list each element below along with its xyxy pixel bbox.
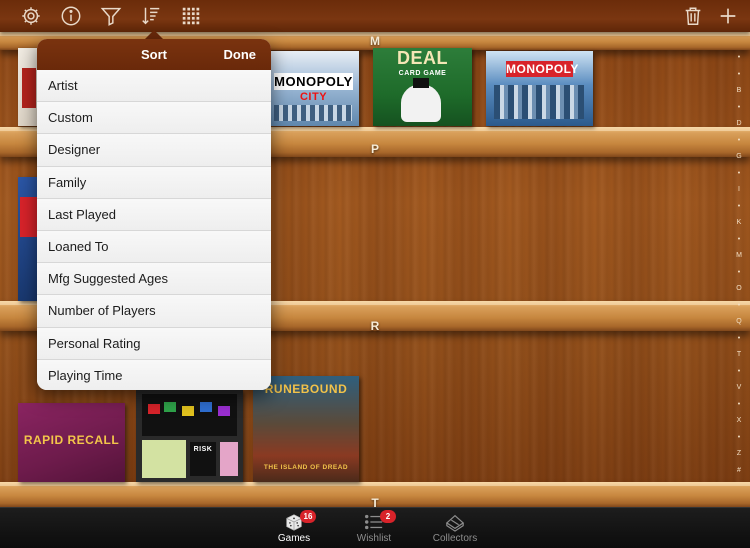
index-entry[interactable]: B <box>737 83 742 100</box>
sort-option-last-played[interactable]: Last Played <box>37 198 271 231</box>
index-entry[interactable]: O <box>736 281 741 298</box>
game-title: MONOPOLY <box>506 61 579 77</box>
shelf-letter-m: M <box>370 34 380 48</box>
game-title: RAPID RECALL <box>23 433 120 447</box>
index-entry[interactable]: • <box>738 199 740 216</box>
grid-icon[interactable] <box>179 4 203 28</box>
index-entry[interactable]: K <box>737 215 742 232</box>
gear-icon[interactable] <box>19 4 43 28</box>
index-entry[interactable]: # <box>737 463 741 480</box>
sort-popover: Sort Done Artist Custom Designer Family … <box>37 39 271 390</box>
game-box-rapid-recall[interactable]: RAPID RECALL <box>18 403 125 482</box>
done-button[interactable]: Done <box>224 47 257 62</box>
bottom-tab-bar: Games 16 Wishlist 2 Collectors <box>0 507 750 548</box>
sort-icon[interactable] <box>139 4 163 28</box>
sort-option-personal-rating[interactable]: Personal Rating <box>37 327 271 360</box>
index-entry[interactable]: • <box>738 397 740 414</box>
alphabet-index[interactable]: • • B • D • G • I • K • M • O • Q • T • … <box>732 50 746 479</box>
game-title: MONOPOLY <box>274 73 353 90</box>
sort-option-playing-time[interactable]: Playing Time <box>37 359 271 390</box>
index-entry[interactable]: • <box>738 50 740 67</box>
tab-label: Games <box>277 533 311 544</box>
index-entry[interactable]: I <box>738 182 740 199</box>
game-box-monopoly-city[interactable]: MONOPOLY CITY <box>268 51 359 126</box>
index-entry[interactable]: M <box>736 248 742 265</box>
game-subtitle: CARD GAME <box>398 70 447 77</box>
sort-option-loaned-to[interactable]: Loaned To <box>37 230 271 264</box>
index-entry[interactable]: Q <box>736 314 741 331</box>
index-entry[interactable]: T <box>737 347 741 364</box>
info-icon[interactable] <box>59 4 83 28</box>
index-entry[interactable]: • <box>738 364 740 381</box>
game-subtitle: THE ISLAND OF DREAD <box>263 464 349 471</box>
index-entry[interactable]: G <box>736 149 741 166</box>
plus-icon[interactable] <box>716 4 740 28</box>
tab-games[interactable]: Games 16 <box>259 510 329 548</box>
sort-options-list: Artist Custom Designer Family Last Playe… <box>37 70 271 390</box>
shelf-letter-r: R <box>370 319 380 333</box>
index-entry[interactable]: • <box>738 100 740 117</box>
game-title: DEAL <box>397 48 448 68</box>
sort-option-designer[interactable]: Designer <box>37 134 271 167</box>
index-entry[interactable]: • <box>738 430 740 447</box>
sort-option-custom[interactable]: Custom <box>37 102 271 135</box>
wishlist-count-badge: 2 <box>380 510 396 523</box>
top-toolbar <box>0 0 750 32</box>
index-entry[interactable]: D <box>736 116 741 133</box>
sort-option-artist[interactable]: Artist <box>37 70 271 103</box>
index-entry[interactable]: X <box>737 413 742 430</box>
sort-option-family[interactable]: Family <box>37 166 271 199</box>
game-title: RISK <box>193 446 213 453</box>
sort-option-mfg-suggested-ages[interactable]: Mfg Suggested Ages <box>37 263 271 296</box>
filter-icon[interactable] <box>99 4 123 28</box>
index-entry[interactable]: • <box>738 265 740 282</box>
games-count-badge: 16 <box>300 510 316 523</box>
popover-header: Sort Done <box>37 39 271 70</box>
index-entry[interactable]: • <box>738 67 740 84</box>
game-subtitle: CITY <box>299 91 328 103</box>
index-entry[interactable]: Z <box>737 446 741 463</box>
game-box-runebound[interactable]: RUNEBOUND THE ISLAND OF DREAD <box>253 376 359 482</box>
shelf-letter-p: P <box>370 142 379 156</box>
sort-option-number-of-players[interactable]: Number of Players <box>37 295 271 328</box>
trash-icon[interactable] <box>681 4 705 28</box>
index-entry[interactable]: • <box>738 331 740 348</box>
game-box-deal[interactable]: DEAL CARD GAME <box>373 48 472 126</box>
collectors-icon <box>445 514 465 532</box>
tab-collectors[interactable]: Collectors <box>420 510 490 548</box>
index-entry[interactable]: • <box>738 298 740 315</box>
index-entry[interactable]: • <box>738 232 740 249</box>
index-entry[interactable]: • <box>738 166 740 183</box>
index-entry[interactable]: V <box>737 380 742 397</box>
index-entry[interactable]: • <box>738 133 740 150</box>
tab-label: Wishlist <box>356 533 392 544</box>
game-box-monopoly-here-now[interactable]: MONOPOLY <box>486 51 593 126</box>
game-box-risk[interactable]: RISK <box>136 390 243 482</box>
tab-label: Collectors <box>432 533 478 544</box>
tab-wishlist[interactable]: Wishlist 2 <box>339 510 409 548</box>
